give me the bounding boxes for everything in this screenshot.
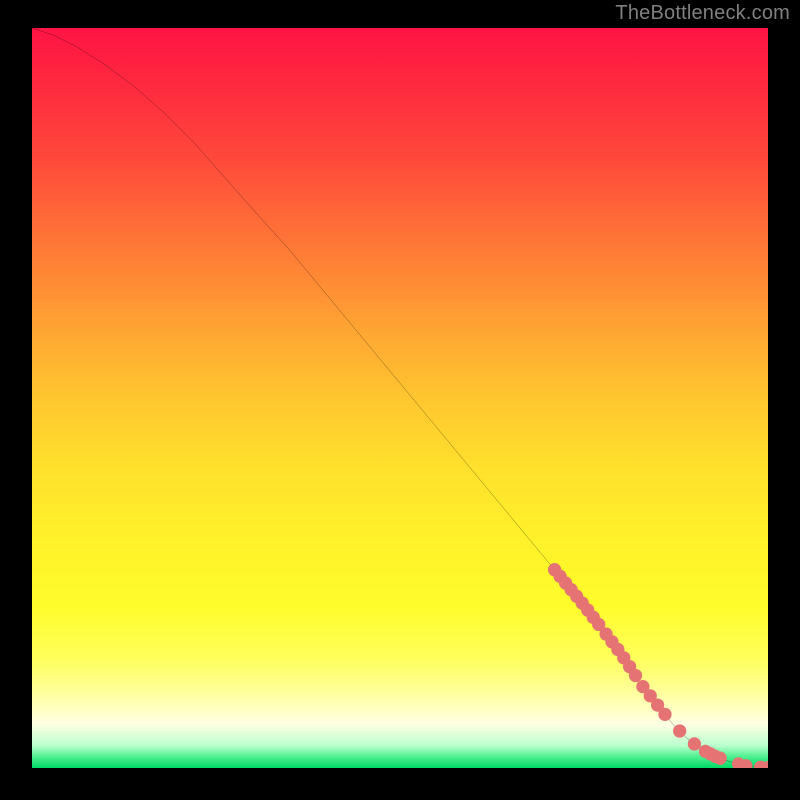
data-marker bbox=[688, 737, 701, 750]
data-marker bbox=[673, 724, 686, 737]
watermark-label: TheBottleneck.com bbox=[615, 2, 790, 25]
data-marker bbox=[658, 708, 671, 721]
plot-area bbox=[32, 28, 768, 768]
bottleneck-curve bbox=[32, 28, 768, 768]
curve-layer bbox=[32, 28, 768, 768]
chart-container: TheBottleneck.com bbox=[0, 0, 800, 800]
data-marker bbox=[629, 669, 642, 682]
data-marker bbox=[714, 751, 727, 764]
marker-group bbox=[548, 563, 768, 768]
